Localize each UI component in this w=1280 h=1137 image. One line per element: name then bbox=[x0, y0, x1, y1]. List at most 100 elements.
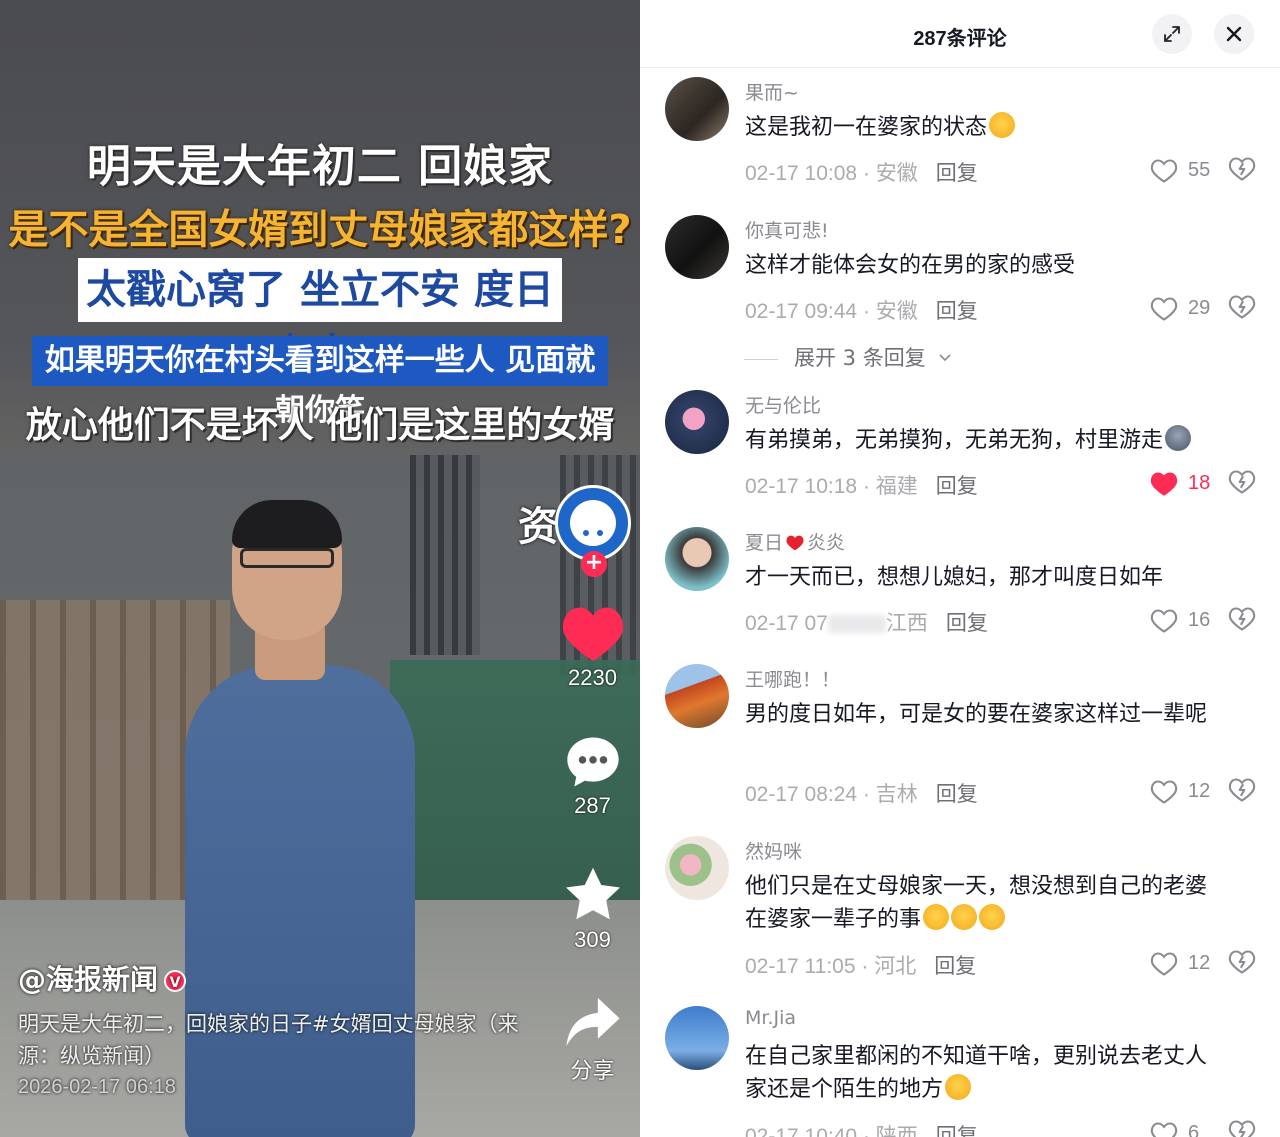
like-action[interactable]: 2230 bbox=[545, 605, 640, 691]
favorite-count: 309 bbox=[574, 927, 611, 952]
background-window bbox=[410, 455, 480, 655]
comment-text: 才一天而已，想想儿媳妇，那才叫度日如年 bbox=[745, 565, 1164, 590]
verified-icon: V bbox=[164, 970, 187, 992]
comment-count: 287 bbox=[574, 793, 611, 818]
dislike-icon bbox=[1228, 157, 1256, 181]
video-player[interactable]: 明天是大年初二 回娘家 是不是全国女婿到丈母娘家都这样? 太戳心窝了 坐立不安 … bbox=[0, 0, 640, 1137]
reply-button[interactable]: 回复 bbox=[934, 955, 976, 978]
person-hair bbox=[232, 500, 342, 548]
expand-replies-button[interactable]: 展开 3 条回复 bbox=[744, 342, 952, 372]
video-description: 明天是大年初二，回娘家的日子#女婿回丈母娘家（来源：纵览新闻） bbox=[18, 1012, 519, 1068]
seal-logo-icon bbox=[570, 500, 616, 546]
like-button[interactable]: 18 bbox=[1150, 469, 1230, 499]
comment-author[interactable]: 然妈咪 bbox=[745, 837, 802, 864]
heart-icon bbox=[562, 607, 623, 661]
comment-text: 在自己家里都闲的不知道干啥，更别说去老丈人家还是个陌生的地方 bbox=[745, 1044, 1208, 1102]
avatar[interactable] bbox=[665, 527, 729, 591]
comments-header: 287条评论 bbox=[640, 0, 1280, 68]
heart-emoji-icon bbox=[786, 535, 804, 551]
overlay-cut-text: 资 bbox=[518, 504, 558, 550]
reply-button[interactable]: 回复 bbox=[936, 475, 978, 498]
comment-icon bbox=[566, 737, 619, 787]
close-button[interactable] bbox=[1214, 14, 1254, 54]
reply-button[interactable]: 回复 bbox=[946, 612, 988, 635]
overlay-title-line4: 如果明天你在村头看到这样一些人 见面就朝你笑 bbox=[32, 336, 608, 428]
like-count: 29 bbox=[1188, 297, 1211, 319]
comment-author[interactable]: Mr.Jia bbox=[745, 1007, 796, 1029]
person-glasses bbox=[240, 548, 334, 568]
like-count: 6 bbox=[1188, 1122, 1200, 1137]
comment-text: 这样才能体会女的在男的家的感受 bbox=[745, 253, 1076, 278]
author-name: @海报新闻 bbox=[18, 963, 159, 996]
share-action[interactable]: 分享 bbox=[545, 995, 640, 1085]
like-count: 12 bbox=[1188, 952, 1211, 974]
follow-button[interactable]: + bbox=[581, 551, 607, 577]
dislike-button[interactable] bbox=[1228, 1119, 1258, 1137]
avatar[interactable] bbox=[665, 390, 729, 454]
comment-text: 男的度日如年，可是女的要在婆家这样过一辈呢 bbox=[745, 702, 1208, 727]
overlay-title-line1: 明天是大年初二 回娘家 bbox=[86, 141, 554, 192]
crying-emoji-icon bbox=[979, 904, 1006, 930]
laughing-emoji-icon bbox=[945, 1074, 972, 1100]
comment-meta: 02-17 10:08 · 安徽 回复 bbox=[745, 162, 978, 185]
dislike-icon bbox=[1228, 950, 1256, 974]
avatar[interactable] bbox=[665, 836, 729, 900]
dislike-button[interactable] bbox=[1228, 777, 1258, 807]
dislike-icon bbox=[1228, 470, 1256, 494]
crying-emoji-icon bbox=[923, 904, 950, 930]
like-button[interactable]: 6 bbox=[1150, 1119, 1230, 1137]
dislike-button[interactable] bbox=[1228, 606, 1258, 636]
heart-icon bbox=[1150, 609, 1178, 633]
video-date: 2026-02-17 06:18 bbox=[18, 1076, 176, 1098]
reply-button[interactable]: 回复 bbox=[936, 783, 978, 806]
comment-action[interactable]: 287 bbox=[545, 735, 640, 819]
like-button[interactable]: 12 bbox=[1150, 777, 1230, 807]
expand-button[interactable] bbox=[1152, 14, 1192, 54]
avatar[interactable] bbox=[665, 664, 729, 728]
dislike-button[interactable] bbox=[1228, 294, 1258, 324]
avatar[interactable] bbox=[665, 77, 729, 141]
like-button[interactable]: 16 bbox=[1150, 606, 1230, 636]
comment-author[interactable]: 夏日 炎炎 bbox=[745, 528, 845, 555]
like-button[interactable]: 12 bbox=[1150, 949, 1230, 979]
dislike-button[interactable] bbox=[1228, 156, 1258, 186]
wolf-emoji-icon bbox=[1165, 425, 1192, 451]
heart-icon bbox=[1150, 952, 1178, 976]
reply-button[interactable]: 回复 bbox=[936, 300, 978, 323]
heart-icon bbox=[1150, 472, 1178, 496]
comment-meta: 02-17 11:05 · 河北 回复 bbox=[745, 955, 977, 978]
heart-icon bbox=[1150, 297, 1178, 321]
like-button[interactable]: 55 bbox=[1150, 156, 1230, 186]
comment-author[interactable]: 无与伦比 bbox=[745, 391, 821, 418]
comment-meta: 02-17 10:18 · 福建 回复 bbox=[745, 475, 978, 498]
video-author[interactable]: @海报新闻 V bbox=[18, 958, 187, 998]
reply-button[interactable]: 回复 bbox=[936, 1125, 978, 1137]
like-count: 55 bbox=[1188, 159, 1211, 181]
flushed-emoji-icon bbox=[989, 112, 1016, 138]
comment-author[interactable]: 王哪跑！！ bbox=[745, 665, 840, 692]
heart-icon bbox=[1150, 1122, 1178, 1137]
comment-meta: 02-17 07 江西 回复 bbox=[745, 612, 988, 635]
dislike-button[interactable] bbox=[1228, 949, 1258, 979]
crying-emoji-icon bbox=[951, 904, 978, 930]
dislike-icon bbox=[1228, 607, 1256, 631]
expand-icon bbox=[1164, 26, 1180, 42]
comment-text: 他们只是在丈母娘家一天，想没想到自己的老婆在婆家一辈子的事 bbox=[745, 874, 1208, 932]
heart-icon bbox=[1150, 780, 1178, 804]
avatar[interactable] bbox=[665, 1006, 729, 1070]
share-icon bbox=[565, 997, 620, 1047]
like-count: 18 bbox=[1188, 472, 1211, 494]
comment-author[interactable]: 你真可悲! bbox=[745, 216, 829, 243]
comment-text: 这是我初一在婆家的状态 bbox=[745, 111, 1235, 144]
overlay-title-line5: 放心他们不是坏人 他们是这里的女婿 bbox=[25, 405, 615, 446]
dislike-button[interactable] bbox=[1228, 469, 1258, 499]
like-button[interactable]: 29 bbox=[1150, 294, 1230, 324]
comment-author[interactable]: 果而~ bbox=[745, 78, 799, 105]
comments-panel: 287条评论 果而~ 这是我初一在婆家的状态 02-17 10:08 · 安徽回… bbox=[640, 0, 1280, 1137]
dislike-icon bbox=[1228, 295, 1256, 319]
comment-meta: 02-17 08:24 · 吉林 回复 bbox=[745, 783, 978, 806]
avatar[interactable] bbox=[665, 215, 729, 279]
reply-button[interactable]: 回复 bbox=[936, 162, 978, 185]
like-count: 16 bbox=[1188, 609, 1211, 631]
favorite-action[interactable]: 309 bbox=[545, 865, 640, 953]
